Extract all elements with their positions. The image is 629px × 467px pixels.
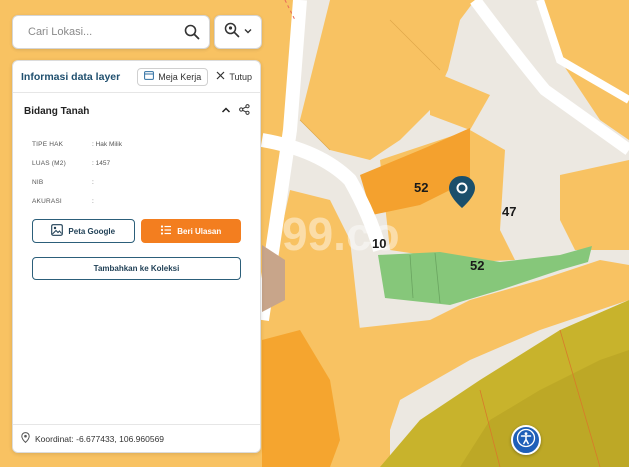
- search-box[interactable]: [12, 15, 210, 49]
- coordinate-text: Koordinat: -6.677433, 106.960569: [35, 433, 165, 444]
- search-input[interactable]: [28, 26, 183, 38]
- attribute-key: NIB: [32, 179, 44, 186]
- map-watermark: 99.co: [282, 208, 400, 260]
- attribute-row: AKURASI :: [32, 192, 260, 211]
- list-icon: [160, 224, 172, 238]
- attribute-value: : 1457: [92, 160, 111, 167]
- close-label: Tutup: [229, 71, 252, 82]
- attribute-row: LUAS (M2) : 1457: [32, 154, 260, 173]
- add-to-collection-button[interactable]: Tambahkan ke Koleksi: [32, 257, 241, 280]
- image-icon: [51, 224, 64, 238]
- search-icon[interactable]: [183, 23, 201, 41]
- accessibility-button[interactable]: [511, 425, 541, 455]
- attribute-table: TIPE HAK : Hak Milik LUAS (M2) : 1457 NI…: [13, 135, 260, 211]
- attribute-key: TIPE HAK: [32, 141, 64, 148]
- workspace-label: Meja Kerja: [158, 71, 202, 82]
- section-title: Bidang Tanah: [24, 105, 90, 117]
- attribute-row: TIPE HAK : Hak Milik: [32, 135, 260, 154]
- google-map-button[interactable]: Peta Google: [32, 219, 135, 243]
- parcel-label: 47: [502, 204, 516, 219]
- attribute-value: :: [92, 179, 94, 186]
- coordinate-bar: Koordinat: -6.677433, 106.960569: [13, 424, 260, 452]
- section-header: Bidang Tanah: [13, 93, 260, 129]
- info-panel: Informasi data layer Meja Kerja Tutup Bi…: [12, 60, 261, 453]
- attribute-value: :: [92, 198, 94, 205]
- workspace-button[interactable]: Meja Kerja: [137, 67, 209, 86]
- google-map-label: Peta Google: [68, 226, 116, 236]
- review-button[interactable]: Beri Ulasan: [140, 219, 241, 243]
- chevron-down-icon: [243, 23, 253, 41]
- close-button[interactable]: Tutup: [216, 71, 252, 82]
- parcel-label: 10: [372, 236, 386, 251]
- parcel-label: 52: [470, 258, 484, 273]
- zoom-location-button[interactable]: [214, 15, 262, 49]
- attribute-key: LUAS (M2): [32, 160, 66, 167]
- parcel[interactable]: [560, 160, 629, 250]
- close-icon: [216, 71, 225, 82]
- parcel-label: 52: [414, 180, 428, 195]
- accessibility-icon: [516, 428, 536, 453]
- chevron-up-icon[interactable]: [221, 102, 231, 120]
- action-buttons: Peta Google Beri Ulasan: [13, 219, 260, 243]
- location-pin-icon: [21, 432, 30, 445]
- review-label: Beri Ulasan: [177, 226, 222, 236]
- share-icon[interactable]: [239, 102, 250, 120]
- zoom-location-icon: [224, 22, 240, 43]
- attribute-row: NIB :: [32, 173, 260, 192]
- attribute-value: : Hak Milik: [92, 141, 122, 148]
- window-icon: [144, 71, 155, 82]
- attribute-key: AKURASI: [32, 198, 62, 205]
- panel-header: Informasi data layer Meja Kerja Tutup: [13, 61, 260, 93]
- panel-title: Informasi data layer: [21, 70, 121, 83]
